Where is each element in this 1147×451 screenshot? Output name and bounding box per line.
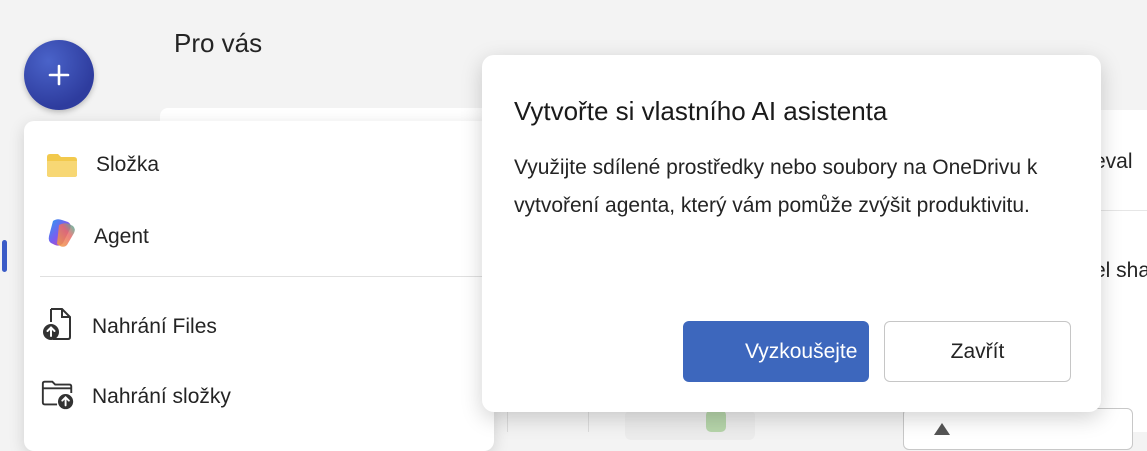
menu-item-folder[interactable]: Složka [24,135,494,195]
file-thumbnail-accent [706,410,726,432]
folder-icon [44,147,80,183]
warning-icon [934,423,950,435]
popover-body: Využijte sdílené prostředky nebo soubory… [514,156,1038,217]
menu-item-agent[interactable]: Agent [24,207,494,267]
copilot-icon [44,215,80,251]
menu-item-label: Složka [96,153,160,176]
menu-item-label: Nahrání Files [92,315,217,338]
right-panel-text: el sha [1094,259,1147,282]
menu-item-upload-files[interactable]: Nahrání Files [24,296,494,356]
page-title: Pro vás [174,28,263,58]
background-button[interactable] [903,408,1133,450]
plus-icon [48,64,70,86]
new-menu: Složka Agent Nahrání Files Nahrání složk… [24,121,494,451]
create-new-button[interactable] [24,40,94,110]
folder-upload-icon [40,376,76,412]
nav-selected-indicator [2,240,7,272]
menu-item-label: Nahrání složky [92,385,231,408]
menu-divider [40,276,494,277]
try-it-button[interactable]: Vyzkoušejte [683,321,869,382]
menu-item-upload-folder[interactable]: Nahrání složky [24,366,494,426]
close-button[interactable]: Zavřít [884,321,1071,382]
teaching-popover: Vytvořte si vlastního AI asistenta Využi… [482,55,1101,412]
file-thumbnail[interactable] [625,410,755,440]
file-upload-icon [40,306,76,342]
popover-beak [466,219,483,253]
menu-item-label: Agent [94,225,149,248]
popover-title: Vytvořte si vlastního AI asistenta [514,96,888,126]
